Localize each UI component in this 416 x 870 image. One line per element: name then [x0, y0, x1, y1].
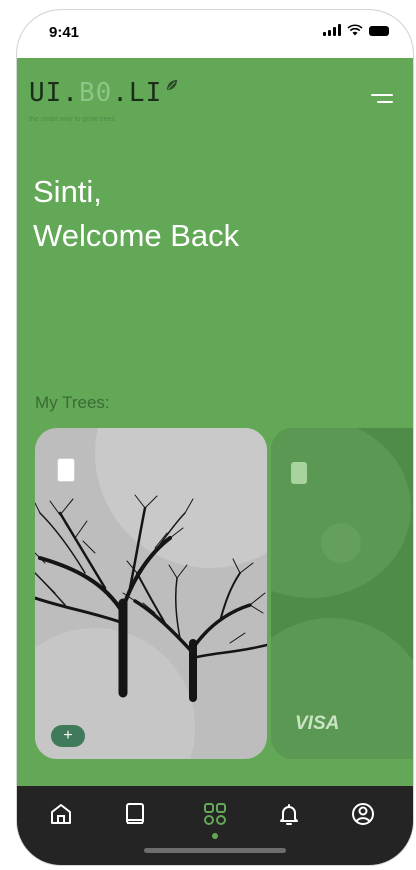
logo-tagline: the smart way to grow trees — [29, 116, 115, 123]
tab-profile[interactable] — [349, 800, 377, 828]
card-decor-circle — [271, 428, 411, 598]
phone-frame: 9:41 UI.B0.LI the smart way to grow tree… — [17, 10, 413, 865]
book-icon — [126, 803, 144, 824]
tree-card[interactable]: + — [35, 428, 267, 759]
grid-icon — [204, 803, 226, 825]
chip-icon — [291, 462, 307, 484]
tab-notifications[interactable] — [275, 800, 303, 828]
payment-card[interactable]: ·· VISA — [271, 428, 413, 759]
logo-text-mid: B0 — [78, 78, 113, 108]
tab-dashboard[interactable] — [201, 800, 229, 828]
card-decor-circle — [321, 523, 361, 563]
logo-text-suffix: .LI — [112, 78, 163, 108]
active-tab-indicator — [212, 833, 218, 839]
bell-icon — [280, 804, 298, 825]
wifi-icon — [347, 24, 363, 36]
battery-icon — [369, 26, 389, 36]
add-tree-button[interactable]: + — [51, 725, 85, 747]
leaf-icon — [167, 80, 178, 90]
menu-line — [371, 94, 393, 96]
signal-icon — [323, 24, 341, 36]
section-title-my-trees: My Trees: — [35, 393, 110, 412]
card-decor-circle — [271, 618, 413, 759]
status-bar: 9:41 — [17, 10, 413, 58]
visa-logo: VISA — [295, 713, 340, 734]
greeting: Sinti, Welcome Back — [33, 170, 239, 258]
bottom-tab-bar — [17, 786, 413, 865]
logo-text-prefix: UI. — [29, 78, 79, 108]
bare-trees-illustration — [35, 494, 267, 702]
status-icons — [323, 24, 389, 36]
menu-line — [377, 101, 393, 103]
home-icon — [51, 804, 71, 824]
tab-home[interactable] — [47, 800, 75, 828]
greeting-name: Sinti, — [33, 174, 102, 209]
user-icon — [352, 803, 374, 825]
greeting-welcome: Welcome Back — [33, 218, 240, 253]
status-time: 9:41 — [49, 24, 80, 41]
home-indicator[interactable] — [144, 848, 286, 853]
app-logo: UI.B0.LI — [29, 78, 179, 108]
chip-icon — [57, 458, 75, 482]
menu-button[interactable] — [371, 94, 393, 112]
tab-library[interactable] — [121, 800, 149, 828]
